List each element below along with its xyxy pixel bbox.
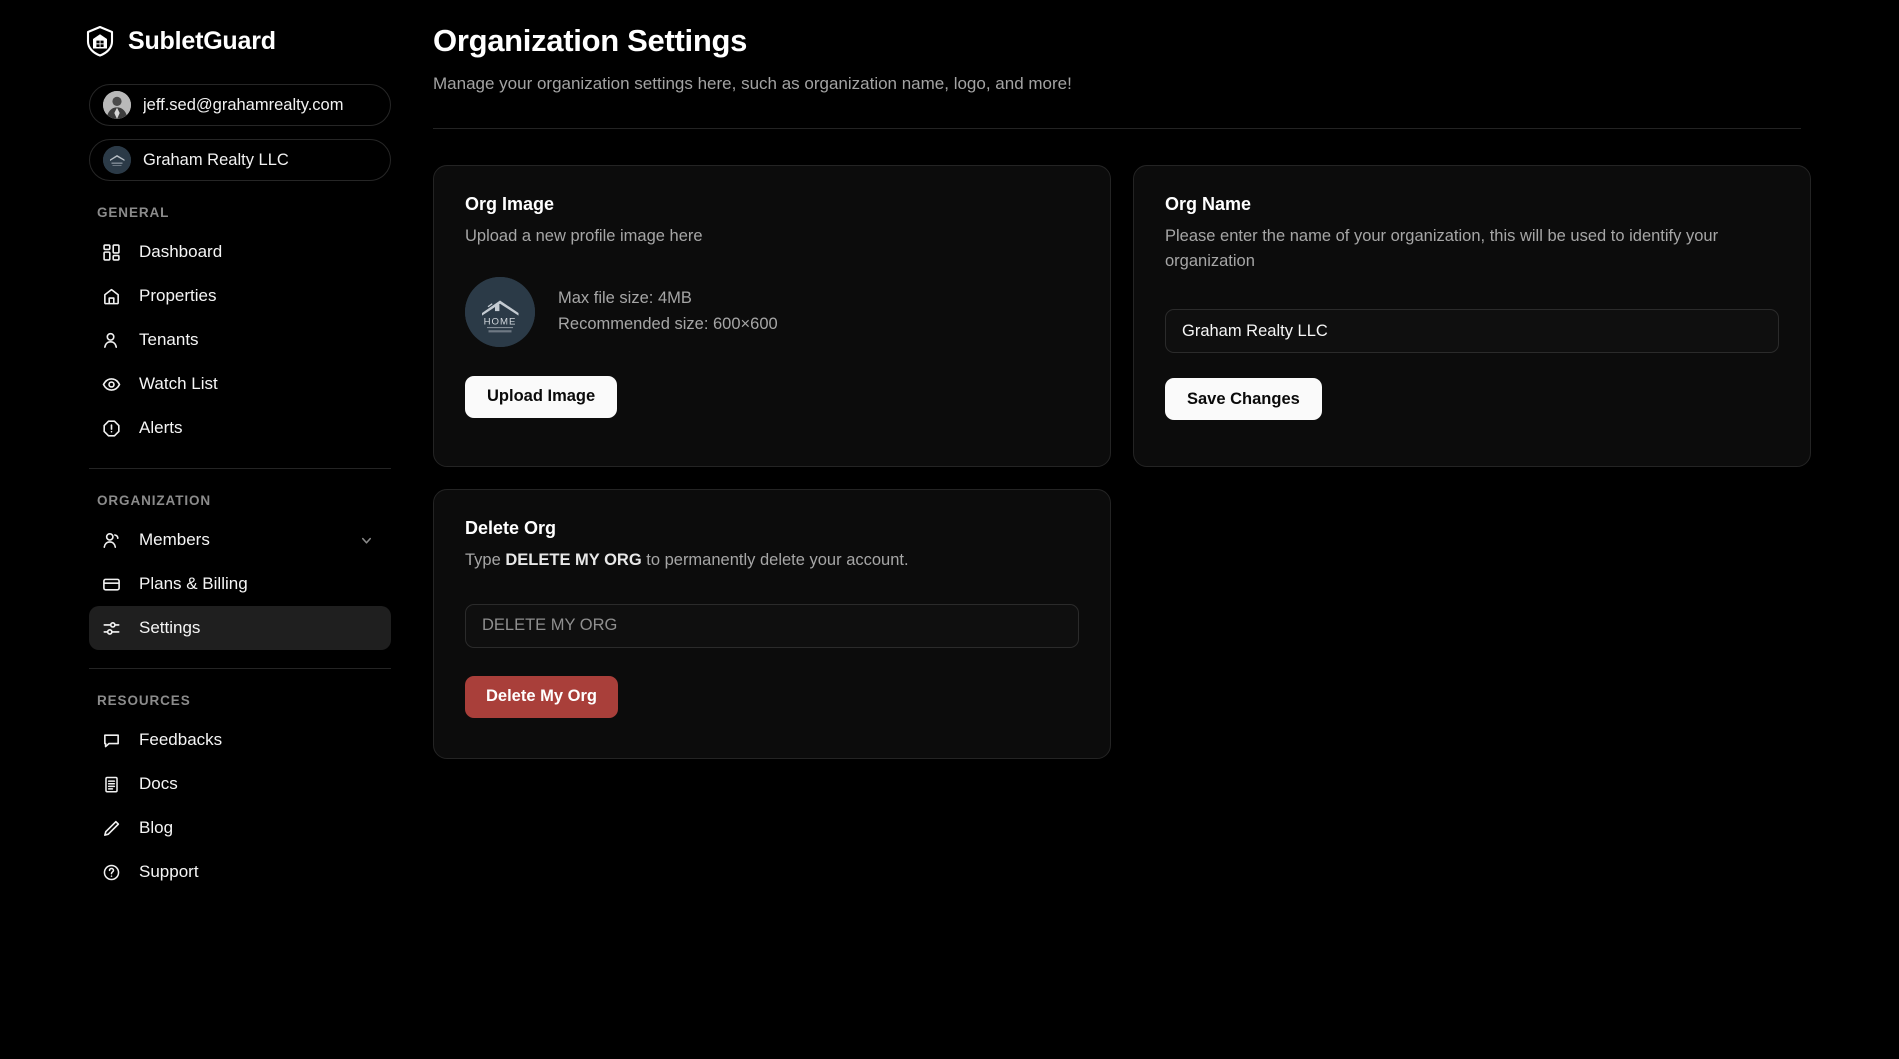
sidebar-item-label: Plans & Billing: [139, 574, 248, 593]
sidebar-item-properties[interactable]: Properties: [89, 274, 391, 318]
eye-icon: [101, 374, 122, 395]
sidebar-item-label: Blog: [139, 818, 174, 837]
sidebar-item-label: Members: [139, 530, 210, 549]
sidebar-item-docs[interactable]: Docs: [89, 762, 391, 806]
sidebar-item-settings[interactable]: Settings: [89, 606, 391, 650]
help-circle-icon: [101, 862, 122, 883]
page-subtitle: Manage your organization settings here, …: [433, 74, 1072, 93]
upload-image-button[interactable]: Upload Image: [465, 375, 618, 418]
org-name-input-wrapper: [1165, 309, 1779, 354]
message-square-icon: [101, 730, 122, 751]
credit-card-icon: [101, 574, 122, 595]
org-image-preview-row: HOME Max file size: 4MB Recommended size…: [465, 276, 1079, 347]
delete-org-input-wrapper: [465, 603, 1079, 648]
sidebar-item-watch-list[interactable]: Watch List: [89, 362, 391, 406]
delete-desc-suffix: to permanently delete your account.: [641, 550, 909, 569]
sidebar-item-label: Support: [139, 862, 199, 881]
sliders-icon: [101, 618, 122, 639]
sidebar-item-support[interactable]: Support: [89, 850, 391, 894]
section-label-resources: RESOURCES: [97, 693, 191, 708]
nav-section-resources: RESOURCES Feedbacks Docs Blog Support: [0, 693, 400, 894]
main-content: Organization Settings Manage your organi…: [400, 0, 1899, 1059]
shield-home-icon: [85, 25, 115, 57]
org-selector[interactable]: Graham Realty LLC: [89, 139, 391, 181]
delete-org-description: Type DELETE MY ORG to permanently delete…: [465, 548, 1079, 573]
org-name-card: Org Name Please enter the name of your o…: [1133, 164, 1811, 467]
brand-name: SubletGuard: [128, 26, 276, 55]
sidebar-item-label: Watch List: [139, 374, 218, 393]
nav-divider-organization: [89, 668, 391, 669]
org-name-title: Org Name: [1165, 193, 1252, 214]
sidebar-item-label: Dashboard: [139, 242, 223, 261]
delete-my-org-button[interactable]: Delete My Org: [465, 675, 618, 718]
sidebar-item-label: Docs: [139, 774, 178, 793]
sidebar-item-plans-billing[interactable]: Plans & Billing: [89, 562, 391, 606]
delete-confirmation-input[interactable]: [465, 603, 1079, 648]
sidebar-item-label: Feedbacks: [139, 730, 223, 749]
sidebar-item-feedbacks[interactable]: Feedbacks: [89, 718, 391, 762]
sidebar-item-dashboard[interactable]: Dashboard: [89, 230, 391, 274]
sidebar-item-blog[interactable]: Blog: [89, 806, 391, 850]
nav-divider-general: [89, 468, 391, 469]
section-label-organization: ORGANIZATION: [97, 493, 212, 508]
save-changes-button[interactable]: Save Changes: [1165, 378, 1322, 421]
sidebar-item-tenants[interactable]: Tenants: [89, 318, 391, 362]
org-name-description: Please enter the name of your organizati…: [1165, 226, 1719, 270]
org-image-card: Org Image Upload a new profile image her…: [433, 164, 1111, 467]
file-text-icon: [101, 774, 122, 795]
chevron-down-icon[interactable]: [359, 533, 373, 547]
user-avatar: [103, 91, 131, 119]
settings-cards: Org Image Upload a new profile image her…: [433, 164, 1833, 467]
sidebar-item-label: Properties: [139, 286, 217, 305]
org-image-meta: Max file size: 4MB Recommended size: 600…: [558, 286, 778, 337]
sidebar-item-alerts[interactable]: Alerts: [89, 406, 391, 450]
org-name-input[interactable]: [1165, 309, 1779, 354]
sidebar-item-label: Alerts: [139, 418, 183, 437]
org-image-title: Org Image: [465, 193, 555, 214]
sidebar-item-label: Tenants: [139, 330, 199, 349]
pencil-icon: [101, 818, 122, 839]
sidebar: SubletGuard jeff.sed@grahamrealty.com Gr…: [0, 0, 400, 1059]
app-root: SubletGuard jeff.sed@grahamrealty.com Gr…: [0, 0, 1899, 1059]
user-icon: [101, 330, 122, 351]
delete-org-title: Delete Org: [465, 517, 557, 538]
header-divider: [433, 127, 1801, 129]
delete-org-card: Delete Org Type DELETE MY ORG to permane…: [433, 488, 1111, 759]
delete-desc-keyword: DELETE MY ORG: [505, 550, 642, 569]
section-label-general: GENERAL: [97, 205, 170, 220]
delete-desc-prefix: Type: [465, 550, 506, 569]
org-image-description: Upload a new profile image here: [465, 226, 703, 245]
users-icon: [101, 530, 122, 551]
sidebar-item-members[interactable]: Members: [89, 518, 391, 562]
max-file-size: Max file size: 4MB: [558, 289, 692, 308]
recommended-size: Recommended size: 600×600: [558, 314, 778, 333]
user-selector[interactable]: jeff.sed@grahamrealty.com: [89, 84, 391, 126]
sidebar-item-label: Settings: [139, 618, 201, 637]
org-avatar-large: HOME: [465, 276, 535, 347]
svg-text:HOME: HOME: [484, 316, 517, 327]
alert-octagon-icon: [101, 418, 122, 439]
org-avatar: [103, 146, 131, 174]
brand[interactable]: SubletGuard: [0, 14, 400, 62]
layout-dashboard-icon: [101, 242, 122, 263]
nav-section-organization: ORGANIZATION Members Plans & Billing Set…: [0, 493, 400, 650]
page-title: Organization Settings: [433, 23, 748, 58]
home-icon: [101, 286, 122, 307]
user-selector-label: jeff.sed@grahamrealty.com: [143, 95, 344, 114]
nav-section-general: GENERAL Dashboard Properties Tenants Wat…: [0, 205, 400, 450]
org-selector-label: Graham Realty LLC: [143, 150, 289, 169]
